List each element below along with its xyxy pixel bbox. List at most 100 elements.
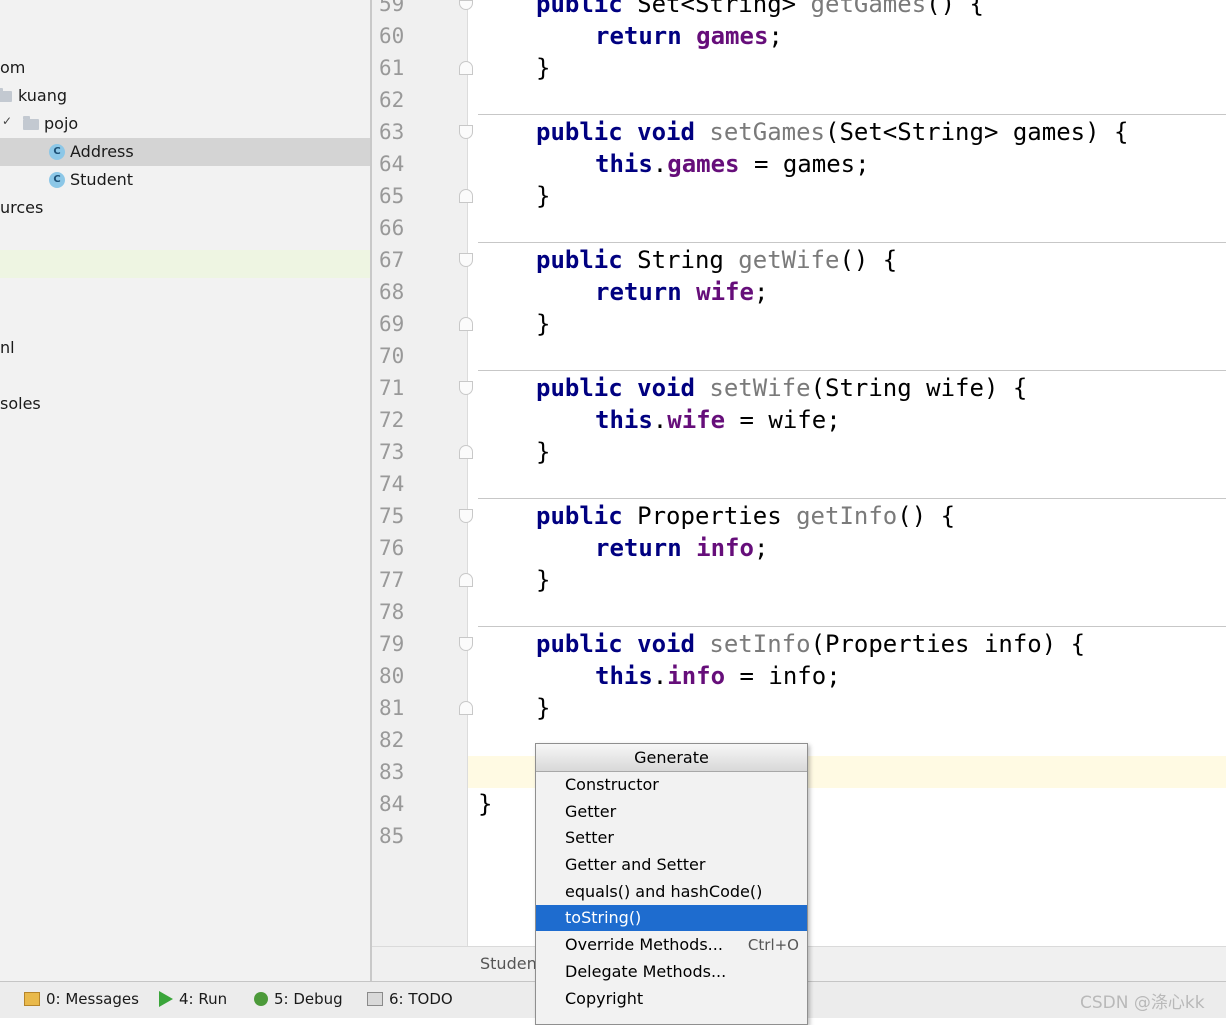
tree-item-resources[interactable]: urces (0, 194, 370, 222)
menu-item-copyright[interactable]: Copyright (536, 986, 807, 1012)
messages-tool-button[interactable]: 0: Messages (24, 990, 139, 1008)
debug-tool-button[interactable]: 5: Debug (254, 990, 343, 1008)
fold-toggle-icon[interactable] (459, 509, 473, 523)
fold-toggle-icon[interactable] (459, 445, 473, 459)
menu-item-tostring[interactable]: toString() (536, 905, 807, 931)
code-line-72: this.wife = wife; (595, 404, 841, 436)
fold-toggle-icon[interactable] (459, 189, 473, 203)
code-text: = info; (725, 662, 841, 690)
menu-item-equals-hashcode[interactable]: equals() and hashCode() (536, 879, 807, 905)
tree-item-com[interactable]: om (0, 54, 370, 82)
fold-toggle-icon[interactable] (459, 381, 473, 395)
keyword: public void (536, 118, 695, 146)
code-text: } (536, 182, 551, 210)
line-number: 84 (379, 792, 405, 816)
method-name: setGames (709, 118, 825, 146)
java-class-icon: C (49, 172, 65, 188)
line-number: 83 (379, 760, 405, 784)
code-text: (String wife) { (810, 374, 1028, 402)
field-name: info (696, 534, 754, 562)
keyword: return (595, 22, 682, 50)
todo-icon (367, 992, 383, 1006)
code-line-69: } (536, 308, 550, 340)
java-class-icon: C (49, 144, 65, 160)
line-number: 63 (379, 120, 405, 144)
code-line-68: return wife; (595, 276, 768, 308)
menu-item-override-methods[interactable]: Override Methods... Ctrl+O (536, 932, 807, 958)
code-text: } (536, 310, 551, 338)
menu-item-constructor[interactable]: Constructor (536, 772, 807, 798)
todo-tool-button[interactable]: 6: TODO (367, 990, 453, 1008)
keyword: return (595, 534, 682, 562)
code-line-60: return games; (595, 20, 783, 52)
chevron-down-icon[interactable]: ✓ (2, 114, 12, 128)
menu-item-setter[interactable]: Setter (536, 825, 807, 851)
package-folder-icon (23, 116, 39, 130)
code-text: () { (897, 502, 956, 530)
menu-item-label: Override Methods... (565, 935, 723, 954)
code-line-67: public String getWife() { (536, 244, 897, 276)
tree-item-xml[interactable]: nl (0, 334, 370, 362)
line-number: 82 (379, 728, 405, 752)
code-text: = wife; (725, 406, 841, 434)
menu-item-getter-and-setter[interactable]: Getter and Setter (536, 852, 807, 878)
fold-toggle-icon[interactable] (459, 701, 473, 715)
method-separator (478, 498, 1226, 499)
run-icon (159, 991, 173, 1007)
breadcrumb[interactable]: Studen (480, 954, 537, 973)
line-number: 80 (379, 664, 405, 688)
code-dot: . (652, 406, 668, 434)
tree-item-student[interactable]: C Student (0, 166, 370, 194)
line-number: 64 (379, 152, 405, 176)
tree-item-consoles[interactable]: soles (0, 390, 370, 418)
type: String (622, 246, 739, 274)
fold-toggle-icon[interactable] (459, 125, 473, 139)
run-tool-button[interactable]: 4: Run (159, 990, 227, 1008)
field-name: games (667, 150, 740, 178)
tree-item-kuang[interactable]: kuang (0, 82, 370, 110)
menu-item-shortcut: Ctrl+O (747, 936, 799, 954)
field-name: info (667, 662, 726, 690)
line-number: 67 (379, 248, 405, 272)
fold-toggle-icon[interactable] (459, 637, 473, 651)
keyword: public void (536, 374, 695, 402)
method-name: getWife (738, 246, 840, 274)
menu-item-label: Copyright (565, 989, 644, 1008)
code-text: () { (839, 246, 898, 274)
fold-toggle-icon[interactable] (459, 253, 473, 267)
method-name: getInfo (796, 502, 898, 530)
menu-item-delegate-methods[interactable]: Delegate Methods... (536, 959, 807, 985)
line-number: 68 (379, 280, 405, 304)
type: Set<String> (622, 0, 811, 18)
method-name: setWife (709, 374, 811, 402)
method-name: getGames (810, 0, 927, 18)
code-line-79: public void setInfo(Properties info) { (536, 628, 1085, 660)
fold-toggle-icon[interactable] (459, 573, 473, 587)
generate-popup-menu: Generate Constructor Getter Setter Gette… (535, 743, 808, 1025)
code-text: } (536, 54, 551, 82)
fold-toggle-icon[interactable] (459, 317, 473, 331)
code-text: () { (926, 0, 984, 18)
line-number: 79 (379, 632, 405, 656)
line-number: 78 (379, 600, 405, 624)
tree-item-pojo[interactable]: ✓ pojo (0, 110, 370, 138)
menu-item-label: Constructor (565, 775, 659, 794)
menu-item-label: Getter and Setter (565, 855, 706, 874)
menu-item-label: Delegate Methods... (565, 962, 727, 981)
package-folder-icon (0, 88, 12, 102)
line-number: 62 (379, 88, 405, 112)
menu-item-label: Setter (565, 828, 614, 847)
code-line-84: } (478, 788, 492, 820)
menu-item-getter[interactable]: Getter (536, 799, 807, 825)
code-line-80: this.info = info; (595, 660, 841, 692)
field-name: games (696, 22, 769, 50)
line-number: 60 (379, 24, 405, 48)
code-text: ; (768, 22, 783, 50)
fold-toggle-icon[interactable] (459, 61, 473, 75)
code-line-75: public Properties getInfo() { (536, 500, 955, 532)
tree-item-address[interactable]: C Address (0, 138, 370, 166)
menu-item-label: equals() and hashCode() (565, 882, 763, 901)
